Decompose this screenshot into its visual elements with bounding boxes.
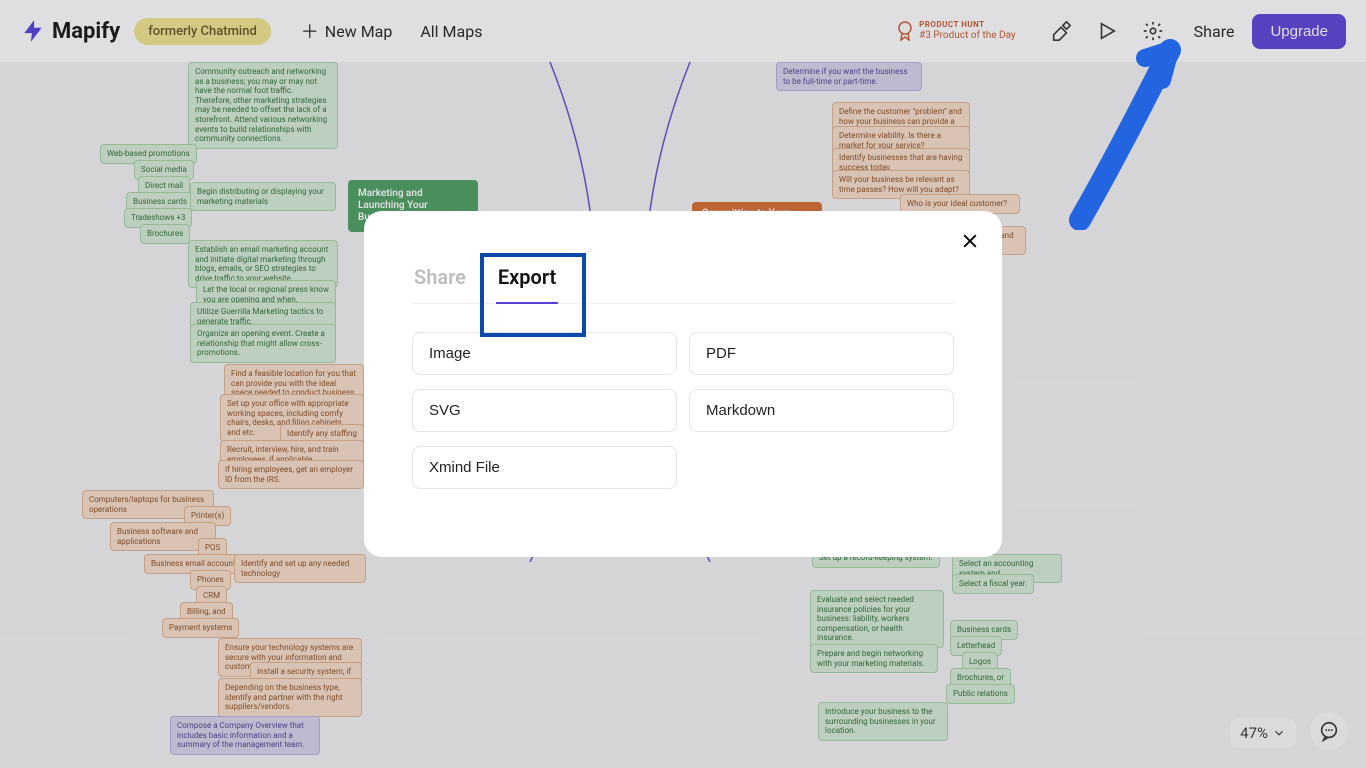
tab-share[interactable]: Share	[412, 255, 468, 303]
export-options: Image PDF SVG Markdown Xmind File	[412, 332, 954, 489]
export-image-button[interactable]: Image	[412, 332, 677, 375]
tab-export[interactable]: Export	[496, 255, 558, 303]
share-export-modal: Share Export Image PDF SVG Markdown Xmin…	[364, 211, 1002, 557]
export-xmind-button[interactable]: Xmind File	[412, 446, 677, 489]
close-icon	[960, 231, 980, 251]
close-button[interactable]	[960, 229, 980, 255]
modal-tabs: Share Export	[412, 255, 954, 304]
export-pdf-button[interactable]: PDF	[689, 332, 954, 375]
export-markdown-button[interactable]: Markdown	[689, 389, 954, 432]
export-svg-button[interactable]: SVG	[412, 389, 677, 432]
